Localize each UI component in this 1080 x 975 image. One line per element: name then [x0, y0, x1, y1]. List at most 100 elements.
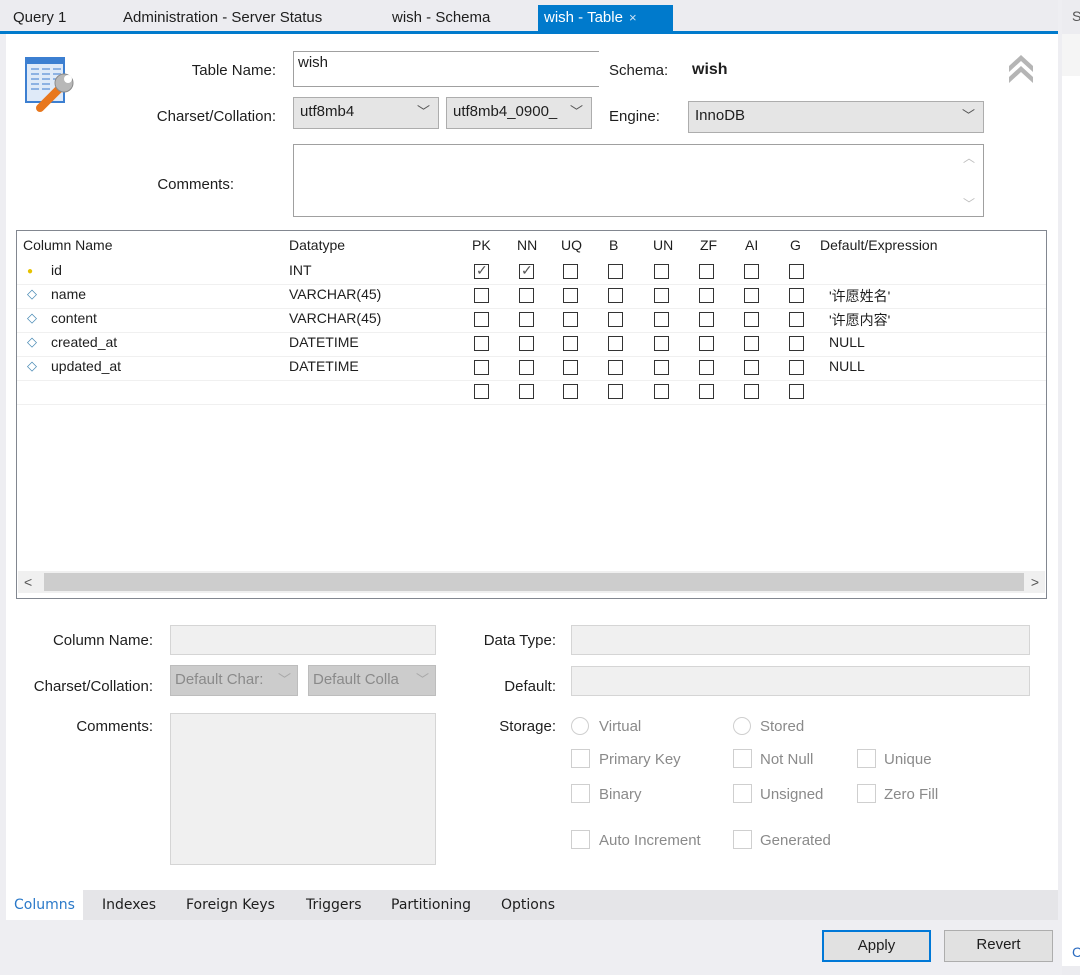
flag-checkbox-uq[interactable]	[563, 384, 578, 399]
table-row[interactable]: ● id INT	[17, 260, 1046, 285]
column-name-cell[interactable]: updated_at	[51, 358, 121, 374]
flag-checkbox-b[interactable]	[608, 384, 623, 399]
column-name-cell[interactable]: id	[51, 262, 62, 278]
subtab-indexes[interactable]: Indexes	[94, 890, 164, 920]
zero-fill-checkbox[interactable]	[857, 784, 876, 803]
flag-checkbox-pk[interactable]	[474, 288, 489, 303]
flag-checkbox-nn[interactable]	[519, 384, 534, 399]
table-name-input[interactable]: wish	[293, 51, 599, 87]
header-un[interactable]: UN	[653, 237, 673, 253]
columns-grid[interactable]: Column Name Datatype PK NN UQ B UN ZF AI…	[16, 230, 1047, 599]
subtab-options[interactable]: Options	[493, 890, 563, 920]
table-row[interactable]: ◇ updated_at DATETIME NULL	[17, 356, 1046, 381]
subtab-triggers[interactable]: Triggers	[298, 890, 370, 920]
datatype-cell[interactable]: VARCHAR(45)	[289, 310, 381, 326]
flag-checkbox-b[interactable]	[608, 360, 623, 375]
scroll-left-icon[interactable]: <	[24, 571, 32, 593]
flag-checkbox-un[interactable]	[654, 384, 669, 399]
column-name-input[interactable]	[170, 625, 436, 655]
subtab-partitioning[interactable]: Partitioning	[383, 890, 479, 920]
column-collation-select[interactable]: Default Colla ﹀	[308, 665, 436, 696]
auto-increment-checkbox[interactable]	[571, 830, 590, 849]
table-row[interactable]: ◇ created_at DATETIME NULL	[17, 332, 1046, 357]
flag-checkbox-nn[interactable]	[519, 360, 534, 375]
default-expression-cell[interactable]: NULL	[829, 358, 865, 374]
flag-checkbox-un[interactable]	[654, 360, 669, 375]
flag-checkbox-nn[interactable]	[519, 262, 534, 279]
unsigned-checkbox[interactable]	[733, 784, 752, 803]
flag-checkbox-uq[interactable]	[563, 360, 578, 375]
column-name-cell[interactable]: name	[51, 286, 86, 302]
flag-checkbox-zf[interactable]	[699, 360, 714, 375]
engine-select[interactable]: InnoDB ﹀	[688, 101, 984, 133]
flag-checkbox-pk[interactable]	[474, 384, 489, 399]
binary-checkbox[interactable]	[571, 784, 590, 803]
apply-button[interactable]: Apply	[822, 930, 931, 962]
subtab-foreign-keys[interactable]: Foreign Keys	[178, 890, 283, 920]
header-g[interactable]: G	[790, 237, 801, 253]
flag-checkbox-ai[interactable]	[744, 288, 759, 303]
flag-checkbox-g[interactable]	[789, 360, 804, 375]
default-expression-cell[interactable]: NULL	[829, 334, 865, 350]
flag-checkbox-nn[interactable]	[519, 288, 534, 303]
header-datatype[interactable]: Datatype	[289, 237, 345, 253]
column-name-cell[interactable]: created_at	[51, 334, 117, 350]
flag-checkbox-nn[interactable]	[519, 312, 534, 327]
flag-checkbox-ai[interactable]	[744, 360, 759, 375]
default-input[interactable]	[571, 666, 1030, 696]
default-expression-cell[interactable]: '许愿姓名'	[829, 286, 890, 306]
horizontal-scrollbar[interactable]: < >	[18, 571, 1045, 593]
flag-checkbox-ai[interactable]	[744, 312, 759, 327]
flag-checkbox-pk[interactable]	[474, 336, 489, 351]
header-default-expression[interactable]: Default/Expression	[820, 237, 938, 253]
flag-checkbox-b[interactable]	[608, 312, 623, 327]
header-nn[interactable]: NN	[517, 237, 537, 253]
flag-checkbox-uq[interactable]	[563, 312, 578, 327]
tab-administration-server-status[interactable]: Administration - Server Status	[117, 5, 328, 31]
table-row[interactable]	[17, 380, 1046, 405]
scroll-up-icon[interactable]: ︿	[963, 149, 975, 166]
flag-checkbox-g[interactable]	[789, 312, 804, 327]
flag-checkbox-uq[interactable]	[563, 264, 578, 279]
table-row[interactable]: ◇ name VARCHAR(45) '许愿姓名'	[17, 284, 1046, 309]
flag-checkbox-un[interactable]	[654, 288, 669, 303]
flag-checkbox-zf[interactable]	[699, 288, 714, 303]
flag-checkbox-uq[interactable]	[563, 336, 578, 351]
flag-checkbox-ai[interactable]	[744, 336, 759, 351]
flag-checkbox-un[interactable]	[654, 336, 669, 351]
flag-checkbox-zf[interactable]	[699, 312, 714, 327]
collation-select[interactable]: utf8mb4_0900_ ﹀	[446, 97, 592, 129]
datatype-cell[interactable]: INT	[289, 262, 312, 278]
tab-wish-schema[interactable]: wish - Schema	[386, 5, 496, 31]
column-comments-textarea[interactable]	[170, 713, 436, 865]
datatype-cell[interactable]: DATETIME	[289, 334, 359, 350]
storage-stored-radio[interactable]	[733, 717, 751, 735]
charset-select[interactable]: utf8mb4 ﹀	[293, 97, 439, 129]
flag-checkbox-pk[interactable]	[474, 360, 489, 375]
table-comments-textarea[interactable]: ︿ ﹀	[293, 144, 984, 217]
header-b[interactable]: B	[609, 237, 618, 253]
not-null-checkbox[interactable]	[733, 749, 752, 768]
flag-checkbox-ai[interactable]	[744, 264, 759, 279]
flag-checkbox-g[interactable]	[789, 336, 804, 351]
table-row[interactable]: ◇ content VARCHAR(45) '许愿内容'	[17, 308, 1046, 333]
column-charset-select[interactable]: Default Char: ﹀	[170, 665, 298, 696]
flag-checkbox-un[interactable]	[654, 264, 669, 279]
flag-checkbox-b[interactable]	[608, 336, 623, 351]
side-panel-link[interactable]: C	[1072, 944, 1080, 960]
tab-wish-table[interactable]: wish - Table ×	[538, 5, 673, 34]
tab-query-1[interactable]: Query 1	[7, 5, 72, 31]
flag-checkbox-g[interactable]	[789, 264, 804, 279]
flag-checkbox-nn[interactable]	[519, 336, 534, 351]
header-pk[interactable]: PK	[472, 237, 491, 253]
flag-checkbox-un[interactable]	[654, 312, 669, 327]
generated-checkbox[interactable]	[733, 830, 752, 849]
scrollbar-thumb[interactable]	[44, 573, 1024, 591]
close-icon[interactable]: ×	[629, 10, 637, 25]
header-column-name[interactable]: Column Name	[23, 237, 112, 253]
flag-checkbox-zf[interactable]	[699, 336, 714, 351]
header-uq[interactable]: UQ	[561, 237, 582, 253]
storage-virtual-radio[interactable]	[571, 717, 589, 735]
revert-button[interactable]: Revert	[944, 930, 1053, 962]
flag-checkbox-g[interactable]	[789, 384, 804, 399]
